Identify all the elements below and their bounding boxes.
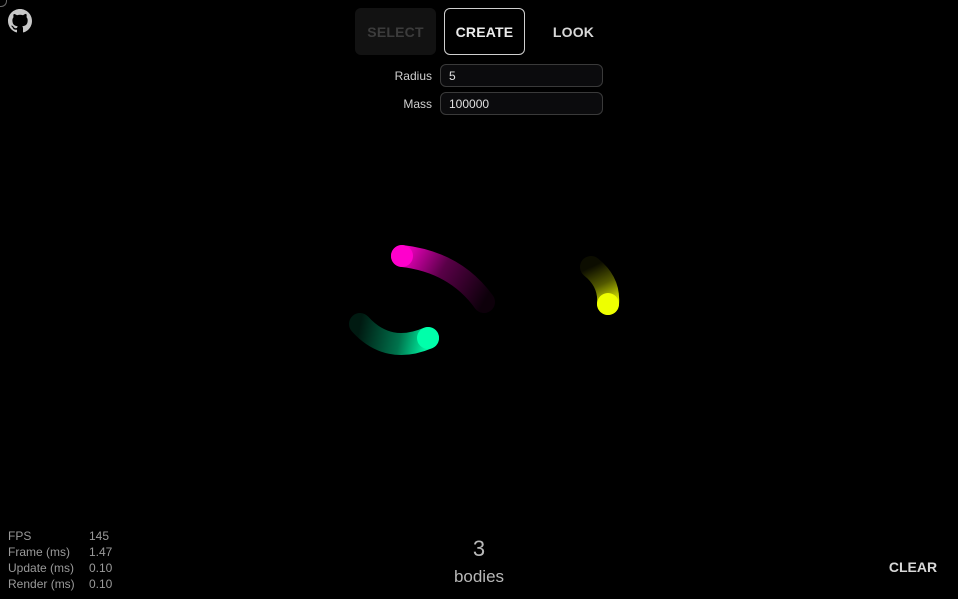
look-mode-button[interactable]: LOOK [533, 8, 614, 55]
body-yellow[interactable] [597, 293, 619, 315]
body-count-number: 3 [472, 536, 486, 561]
github-link[interactable] [8, 9, 32, 33]
github-icon [8, 9, 32, 33]
performance-stats: FPS 145 Frame (ms) 1.47 Update (ms) 0.10… [8, 528, 129, 592]
stats-value: 1.47 [89, 545, 113, 559]
stats-value: 0.10 [89, 561, 113, 575]
body-count-label: bodies [453, 567, 505, 586]
body-trail-magenta [391, 245, 495, 313]
simulation-canvas[interactable] [0, 0, 958, 599]
stats-key: Update (ms) [8, 561, 75, 575]
mode-toolbar: SELECT CREATE LOOK [355, 8, 614, 55]
stats-key: FPS [8, 529, 32, 543]
stats-row-render: Render (ms) 0.10 [8, 576, 129, 592]
body-magenta[interactable] [391, 245, 413, 267]
mass-label: Mass [403, 96, 432, 111]
simulation-app: SELECT CREATE LOOK Radius Mass FPS 145 F… [0, 0, 958, 599]
stats-value: 0.10 [89, 577, 113, 591]
stats-row-update: Update (ms) 0.10 [8, 560, 129, 576]
mass-row: Mass [380, 92, 603, 115]
stats-row-frame: Frame (ms) 1.47 [8, 544, 129, 560]
radius-row: Radius [380, 64, 603, 87]
stats-row-fps: FPS 145 [8, 528, 129, 544]
select-mode-button[interactable]: SELECT [355, 8, 436, 55]
stats-key: Frame (ms) [8, 545, 70, 559]
clear-button[interactable]: CLEAR [882, 556, 944, 578]
body-green[interactable] [417, 327, 439, 349]
body-counter: 3 bodies [429, 536, 529, 588]
radius-input[interactable] [440, 64, 603, 87]
stats-value: 145 [89, 529, 110, 543]
create-mode-button[interactable]: CREATE [444, 8, 525, 55]
stats-key: Render (ms) [8, 577, 75, 591]
radius-label: Radius [394, 68, 432, 83]
mass-input[interactable] [440, 92, 603, 115]
